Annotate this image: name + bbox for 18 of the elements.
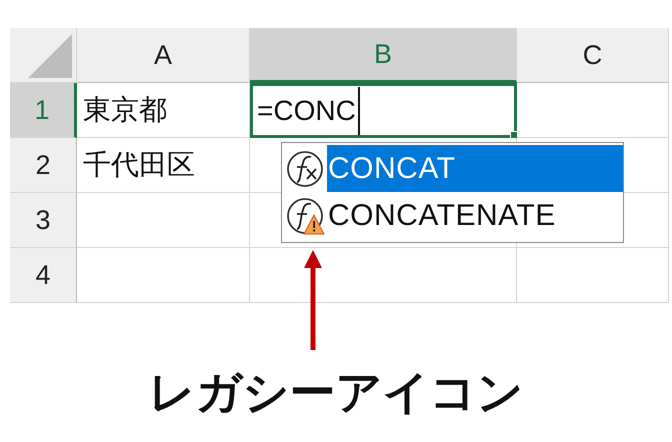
column-header[interactable]: A — [77, 28, 250, 83]
table-cell[interactable]: 千代田区 — [77, 138, 250, 193]
text-cursor — [358, 86, 360, 134]
autocomplete-item[interactable]: CONCAT — [327, 145, 623, 192]
function-warning-icon — [285, 196, 325, 236]
row-header[interactable]: 1 — [10, 83, 77, 138]
row-header[interactable]: 4 — [10, 248, 77, 303]
column-header[interactable]: C — [517, 28, 669, 83]
row-header[interactable]: 3 — [10, 193, 77, 248]
select-all-icon[interactable] — [28, 34, 72, 78]
cell-editor[interactable]: =CONC — [250, 83, 517, 138]
autocomplete-item[interactable]: CONCATENATE — [327, 192, 623, 239]
caption: レガシーアイコン — [148, 365, 524, 420]
formula-text: =CONC — [257, 94, 356, 126]
table-cell[interactable]: 東京都 — [77, 83, 250, 138]
function-icon — [285, 148, 325, 188]
column-header[interactable]: B — [250, 28, 517, 83]
row-header[interactable]: 2 — [10, 138, 77, 193]
